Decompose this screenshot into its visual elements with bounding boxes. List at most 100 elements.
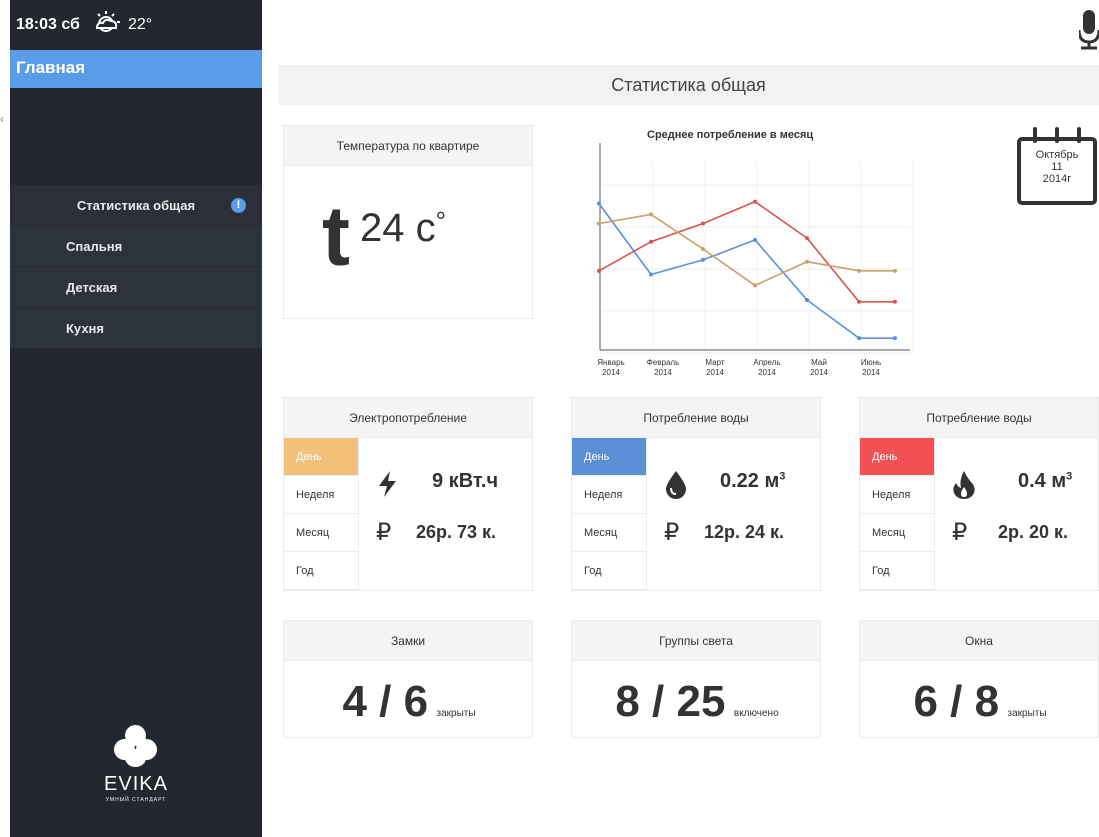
- tab-day[interactable]: День: [860, 438, 935, 476]
- data-point: [893, 299, 897, 304]
- temperature-value: 24 с°: [359, 206, 446, 250]
- data-point: [649, 239, 653, 244]
- x-tick-label: Апрель: [753, 358, 780, 367]
- series-line: [598, 203, 895, 339]
- flame-icon: [952, 471, 976, 499]
- sidebar-item-label: Спальня: [66, 238, 123, 254]
- x-tick-label: Март: [705, 358, 724, 367]
- sidebar-item-label: Кухня: [66, 320, 104, 336]
- sidebar-item-statistics[interactable]: Статистика общая !: [10, 185, 262, 226]
- card-title: Электропотребление: [284, 398, 532, 438]
- ruble-icon: ₽: [952, 519, 968, 546]
- sidebar-item-label: Статистика общая: [76, 197, 196, 213]
- x-tick-label: 2014: [862, 368, 880, 377]
- data-point: [753, 199, 757, 204]
- tab-day[interactable]: День: [284, 438, 359, 476]
- sidebar-item-kitchen[interactable]: Кухня: [10, 308, 262, 349]
- x-tick-label: 2014: [654, 368, 672, 377]
- temperature-symbol: t: [322, 189, 350, 283]
- tab-month[interactable]: Месяц: [572, 514, 647, 552]
- x-tick-label: 2014: [602, 368, 620, 377]
- data-point: [893, 336, 897, 341]
- x-tick-label: Январь: [597, 358, 624, 367]
- page-title: Статистика общая: [278, 65, 1099, 105]
- data-point: [597, 201, 601, 206]
- x-tick-label: 2014: [758, 368, 776, 377]
- alert-badge-icon: !: [231, 198, 246, 213]
- data-point: [753, 237, 757, 242]
- calendar-day: 11: [1051, 161, 1063, 173]
- x-tick-label: Февраль: [647, 358, 680, 367]
- ruble-icon: ₽: [664, 519, 680, 546]
- data-point: [805, 259, 809, 264]
- data-point: [805, 236, 809, 241]
- card-title: Потребление воды: [572, 398, 820, 438]
- usage-cost: 12р. 24 к.: [704, 522, 785, 542]
- data-point: [753, 283, 757, 288]
- logo-name: EVIKA: [104, 773, 168, 795]
- calendar-icon[interactable]: Октябрь 11 2014г: [1017, 127, 1097, 207]
- room-menu: Статистика общая ! Спальня Детская Кухня: [10, 185, 262, 349]
- tab-month[interactable]: Месяц: [284, 514, 359, 552]
- period-tabs: День Неделя Месяц Год: [860, 438, 935, 590]
- data-point: [805, 297, 809, 302]
- data-point: [649, 272, 653, 277]
- tab-month[interactable]: Месяц: [860, 514, 935, 552]
- ruble-icon: ₽: [376, 519, 392, 546]
- counter-display: 4 / 6 закрыты: [284, 677, 534, 727]
- gas-card: Потребление воды День Неделя Месяц Год 0…: [859, 397, 1099, 591]
- sidebar-item-bedroom[interactable]: Спальня: [10, 226, 262, 267]
- tab-year[interactable]: Год: [860, 552, 935, 590]
- nav-home[interactable]: Главная: [10, 50, 262, 88]
- calendar-month: Октябрь: [1035, 149, 1079, 161]
- card-title: Замки: [284, 621, 532, 661]
- sidebar-item-kids-room[interactable]: Детская: [10, 267, 262, 308]
- calendar-year: 2014г: [1042, 173, 1072, 185]
- series-line: [598, 200, 895, 303]
- tab-year[interactable]: Год: [572, 552, 647, 590]
- tab-year[interactable]: Год: [284, 552, 359, 590]
- chart-svg: Январь2014Февраль2014Март2014Апрель2014М…: [597, 143, 914, 377]
- data-point: [701, 247, 705, 251]
- status-bar: 18:03 сб 22°: [10, 0, 262, 50]
- counter-display: 6 / 8 закрыты: [860, 677, 1099, 727]
- usage-cost: 26р. 73 к.: [416, 522, 497, 542]
- clover-logo-icon: [114, 725, 158, 769]
- x-tick-label: 2014: [810, 368, 828, 377]
- tab-week[interactable]: Неделя: [860, 476, 935, 514]
- microphone-icon[interactable]: [1077, 10, 1099, 55]
- edge-chevron-icon: ‹: [0, 112, 4, 126]
- data-point: [857, 268, 861, 273]
- tab-day[interactable]: День: [572, 438, 647, 476]
- weather-temperature: 22°: [127, 16, 153, 33]
- card-title: Группы света: [572, 621, 820, 661]
- sidebar: 18:03 сб 22° Главная Статистика общая ! …: [10, 0, 262, 837]
- counter-suffix: закрыты: [436, 708, 476, 719]
- lightning-icon: [376, 471, 400, 497]
- x-tick-label: Май: [811, 358, 827, 367]
- evika-logo: EVIKA УМНЫЙ СТАНДАРТ: [10, 725, 262, 803]
- calendar-date: Октябрь 11 2014г: [1017, 137, 1097, 205]
- sidebar-item-label: Детская: [66, 279, 118, 295]
- tab-week[interactable]: Неделя: [572, 476, 647, 514]
- water-drop-icon: [664, 471, 688, 499]
- partly-cloudy-icon: [92, 10, 122, 40]
- counter-value: 4 / 6: [342, 677, 429, 726]
- usage-cost: 2р. 20 к.: [998, 522, 1069, 542]
- x-tick-label: 2014: [706, 368, 724, 377]
- light-groups-card: Группы света 8 / 25 включено: [571, 620, 821, 738]
- counter-suffix: включено: [733, 708, 779, 719]
- usage-amount: 9 кВт.ч: [432, 470, 499, 492]
- chart-title: Среднее потребление в месяц: [647, 129, 814, 141]
- logo-tagline: УМНЫЙ СТАНДАРТ: [105, 797, 167, 803]
- counter-suffix: закрыты: [1007, 708, 1047, 719]
- counter-value: 6 / 8: [913, 677, 1000, 726]
- temperature-card: Температура по квартире t 24 с°: [283, 125, 533, 319]
- tab-week[interactable]: Неделя: [284, 476, 359, 514]
- usage-amount: 0.4 м3: [1018, 470, 1073, 492]
- data-point: [649, 212, 653, 217]
- card-title: Температура по квартире: [284, 126, 532, 166]
- data-point: [893, 268, 897, 273]
- electricity-card: Электропотребление День Неделя Месяц Год…: [283, 397, 533, 591]
- counter-value: 8 / 25: [615, 677, 726, 726]
